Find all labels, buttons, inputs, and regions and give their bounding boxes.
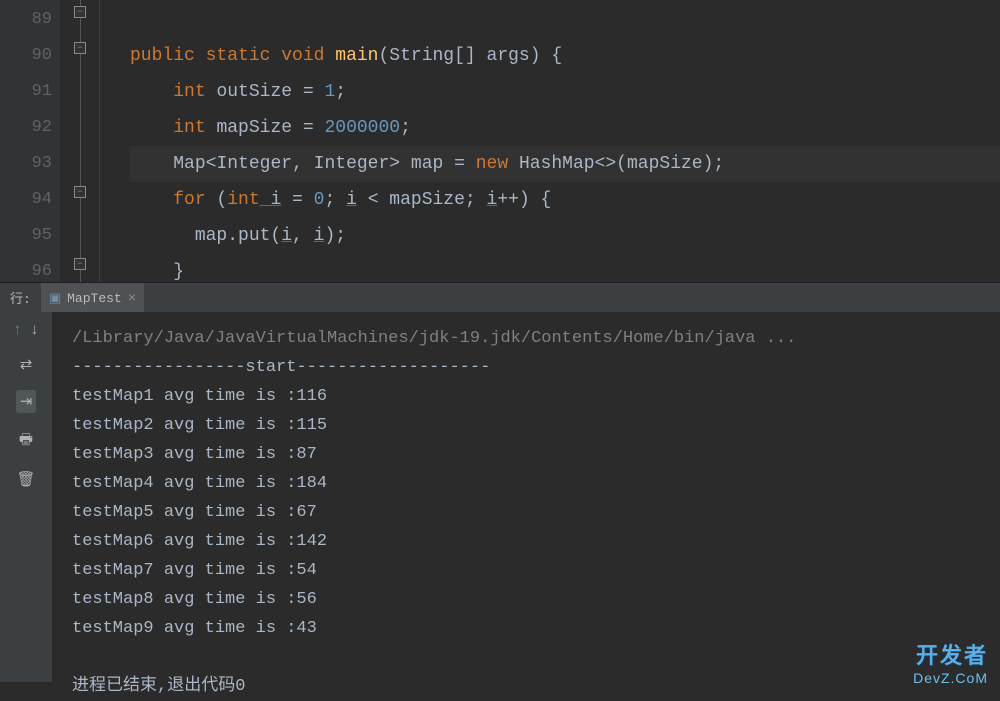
run-tab[interactable]: ▣ MapTest × <box>41 283 144 312</box>
code-line <box>130 2 1000 38</box>
gutter-line: 93 <box>0 146 52 182</box>
console-line: testMap9 avg time is :43 <box>72 614 980 643</box>
fold-gutter: − − − − <box>60 0 100 282</box>
gutter-line: 91 <box>0 74 52 110</box>
code-line-current: Map<Integer, Integer> map = new HashMap<… <box>130 146 1000 182</box>
fold-marker-icon[interactable]: − <box>74 42 86 54</box>
editor-area: 89 90▶ 91 92 93 94 95 96 − − − − public … <box>0 0 1000 282</box>
console-line: testMap4 avg time is :184 <box>72 469 980 498</box>
gutter-line: 96 <box>0 254 52 290</box>
gutter-line: 95 <box>0 218 52 254</box>
console-output[interactable]: /Library/Java/JavaVirtualMachines/jdk-19… <box>52 312 1000 682</box>
code-line: public static void main(String[] args) { <box>130 38 1000 74</box>
trash-icon[interactable]: 🗑 <box>16 470 35 489</box>
fold-marker-icon[interactable]: − <box>74 6 86 18</box>
stop-icon[interactable]: ↓ <box>30 322 39 339</box>
console-exit-line: 进程已结束,退出代码0 <box>72 672 980 701</box>
console-line: testMap6 avg time is :142 <box>72 527 980 556</box>
console-line: testMap3 avg time is :87 <box>72 440 980 469</box>
code-line: for (int i = 0; i < mapSize; i++) { <box>130 182 1000 218</box>
console-line: testMap7 avg time is :54 <box>72 556 980 585</box>
gutter-line: 92 <box>0 110 52 146</box>
code-line: int outSize = 1; <box>130 74 1000 110</box>
soft-wrap-icon[interactable]: ⇄ <box>20 355 33 374</box>
gutter-line: 94 <box>0 182 52 218</box>
line-gutter: 89 90▶ 91 92 93 94 95 96 <box>0 0 60 282</box>
console-line: testMap1 avg time is :116 <box>72 382 980 411</box>
code-line: int mapSize = 2000000; <box>130 110 1000 146</box>
console-line <box>72 643 980 672</box>
console-line: testMap2 avg time is :115 <box>72 411 980 440</box>
console-line: -----------------start------------------… <box>72 353 980 382</box>
gutter-line: 89 <box>0 2 52 38</box>
code-line: } <box>130 254 1000 290</box>
fold-marker-icon[interactable]: − <box>74 258 86 270</box>
application-icon: ▣ <box>49 291 61 306</box>
up-icon[interactable]: ↑ <box>13 322 22 339</box>
panel-title: 行: <box>0 288 41 307</box>
console-line: testMap8 avg time is :56 <box>72 585 980 614</box>
gutter-line[interactable]: 90▶ <box>0 38 52 74</box>
console-toolbar: ↑ ↓ ⇄ ⇥ 🖶 🗑 <box>0 312 52 682</box>
code-area[interactable]: public static void main(String[] args) {… <box>100 0 1000 282</box>
print-icon[interactable]: 🖶 <box>19 429 33 454</box>
console-line: testMap5 avg time is :67 <box>72 498 980 527</box>
console-panel: ↑ ↓ ⇄ ⇥ 🖶 🗑 /Library/Java/JavaVirtualMac… <box>0 312 1000 682</box>
console-path: /Library/Java/JavaVirtualMachines/jdk-19… <box>72 324 980 353</box>
tab-label: MapTest <box>67 291 122 306</box>
close-icon[interactable]: × <box>128 291 136 307</box>
scroll-end-icon[interactable]: ⇥ <box>16 390 37 413</box>
fold-marker-icon[interactable]: − <box>74 186 86 198</box>
code-line: map.put(i, i); <box>130 218 1000 254</box>
